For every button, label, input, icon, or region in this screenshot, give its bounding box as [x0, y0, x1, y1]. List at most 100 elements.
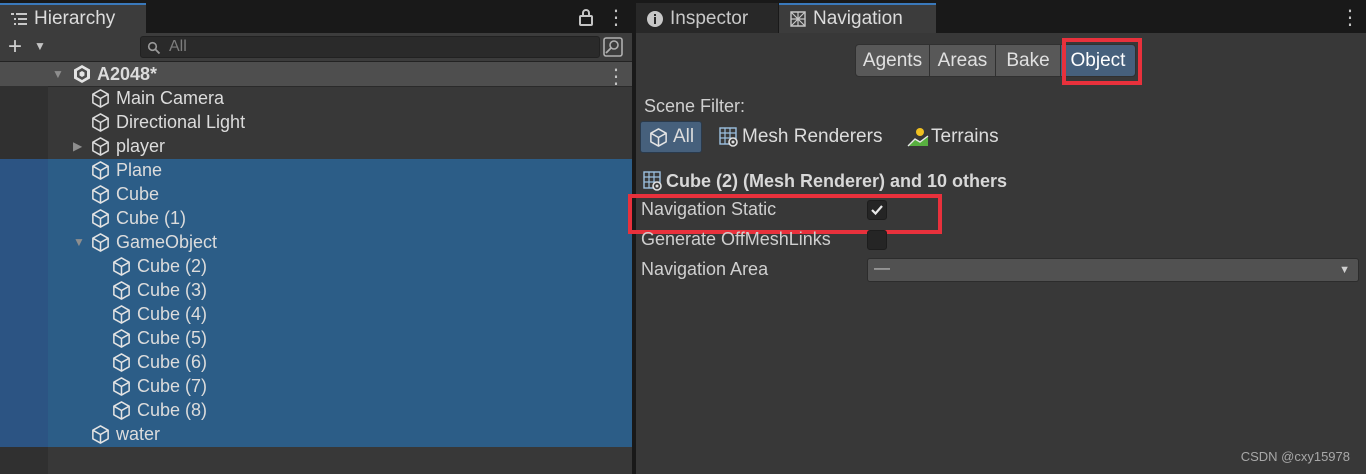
cube-icon: [113, 328, 130, 348]
list-item-label: Cube (5): [137, 327, 208, 348]
kebab-menu-icon[interactable]: ⋮: [606, 5, 626, 30]
foldout-arrow-right-icon[interactable]: ▶: [73, 139, 82, 153]
segment-bake[interactable]: Bake: [995, 44, 1061, 77]
segment-agents[interactable]: Agents: [855, 44, 930, 77]
tab-navigation-label: Navigation: [813, 8, 903, 29]
list-item-label: Cube: [116, 183, 160, 204]
hierarchy-panel: Hierarchy ⋮ + ▼ All ▼ A2048* ⋮ Main Came…: [0, 0, 632, 474]
navigation-area-value: —: [874, 260, 890, 277]
list-item-label: Cube (6): [137, 351, 208, 372]
info-icon: [647, 11, 663, 27]
navigation-icon: [790, 11, 806, 27]
cube-icon: [92, 184, 109, 204]
cube-icon: [113, 400, 130, 420]
list-item-cube-6[interactable]: Cube (6): [111, 350, 207, 374]
list-item-label: GameObject: [116, 231, 218, 252]
list-item-label: player: [116, 135, 166, 156]
selection-header: Cube (2) (Mesh Renderer) and 10 others: [666, 171, 1008, 191]
highlight-box-object: [1062, 38, 1142, 85]
terrain-icon: [907, 128, 929, 147]
cube-icon: [92, 160, 109, 180]
cube-icon: [650, 127, 667, 147]
list-item-cube-8[interactable]: Cube (8): [111, 398, 207, 422]
list-icon: [11, 13, 27, 25]
navigation-panel: Inspector Navigation ⋮ Agents Areas Bake…: [628, 0, 1366, 474]
list-item-main-camera[interactable]: Main Camera: [90, 86, 224, 110]
lock-icon[interactable]: [578, 8, 594, 26]
cube-icon: [92, 424, 109, 444]
segment-label: Areas: [937, 49, 988, 71]
list-item-cube-2[interactable]: Cube (2): [111, 254, 207, 278]
list-item-label: Cube (2): [137, 255, 208, 276]
scene-filter-label: Scene Filter:: [644, 96, 746, 116]
add-icon[interactable]: +: [8, 33, 22, 61]
tab-hierarchy[interactable]: Hierarchy: [0, 3, 146, 33]
cube-icon: [113, 256, 130, 276]
cube-icon: [113, 352, 130, 372]
list-item-cube-7[interactable]: Cube (7): [111, 374, 207, 398]
list-item-cube-3[interactable]: Cube (3): [111, 278, 207, 302]
foldout-arrow-down-icon[interactable]: ▼: [52, 67, 64, 81]
tab-inspector-label: Inspector: [670, 8, 749, 29]
list-item-gameobject[interactable]: GameObject: [90, 230, 217, 254]
filter-terrains-label: Terrains: [931, 126, 999, 147]
list-item-cube-4[interactable]: Cube (4): [111, 302, 207, 326]
offmesh-links-label: Generate OffMeshLinks: [641, 229, 831, 249]
list-item-label: Cube (7): [137, 375, 208, 396]
list-item-label: Cube (4): [137, 303, 208, 324]
navigation-area-label: Navigation Area: [641, 259, 769, 279]
navigation-area-dropdown[interactable]: — ▼: [867, 258, 1359, 282]
cube-icon: [113, 280, 130, 300]
filter-mesh-label: Mesh Renderers: [742, 126, 883, 147]
list-item-player[interactable]: player: [90, 134, 165, 158]
mesh-renderer-icon: [643, 171, 662, 191]
cube-icon: [113, 304, 130, 324]
offmesh-links-checkbox[interactable]: [867, 230, 887, 250]
list-item-label: Cube (8): [137, 399, 208, 420]
dropdown-arrow-icon: ▼: [1339, 264, 1350, 276]
cube-icon: [92, 88, 109, 108]
list-item-plane[interactable]: Plane: [90, 158, 162, 182]
scene-name: A2048*: [97, 63, 158, 84]
search-input[interactable]: All: [140, 36, 600, 58]
scene-kebab-icon[interactable]: ⋮: [606, 64, 626, 89]
list-item-cube-1[interactable]: Cube (1): [90, 206, 186, 230]
chevron-down-icon[interactable]: ▼: [34, 39, 46, 53]
tab-inspector[interactable]: Inspector: [636, 3, 778, 33]
foldout-arrow-down-icon[interactable]: ▼: [73, 235, 85, 249]
cube-icon: [92, 112, 109, 132]
cube-icon: [92, 208, 109, 228]
segment-label: Agents: [862, 49, 923, 71]
segment-areas[interactable]: Areas: [929, 44, 996, 77]
list-item-label: Cube (1): [116, 207, 187, 228]
watermark: CSDN @cxy15978: [1240, 449, 1350, 464]
unity-scene-icon: [74, 65, 90, 83]
kebab-menu-icon[interactable]: ⋮: [1340, 5, 1360, 30]
list-item-water[interactable]: water: [90, 422, 160, 446]
list-item-cube-5[interactable]: Cube (5): [111, 326, 207, 350]
cube-icon: [113, 376, 130, 396]
cube-icon: [92, 232, 109, 252]
list-item-label: Cube (3): [137, 279, 208, 300]
cube-icon: [92, 136, 109, 156]
list-item-label: Directional Light: [116, 111, 246, 132]
segment-label: Bake: [1006, 49, 1050, 71]
filter-terrains[interactable]: Terrains: [907, 126, 999, 148]
scene-row[interactable]: [0, 62, 632, 87]
mesh-renderer-icon: [719, 127, 738, 147]
search-placeholder: All: [169, 38, 187, 55]
list-item-label: water: [116, 423, 161, 444]
list-item-directional-light[interactable]: Directional Light: [90, 110, 245, 134]
list-item-cube[interactable]: Cube: [90, 182, 159, 206]
tab-hierarchy-label: Hierarchy: [34, 8, 116, 29]
left-gutter-selected: [0, 159, 48, 447]
filter-mesh-renderers[interactable]: Mesh Renderers: [718, 126, 882, 148]
search-icon: [147, 41, 161, 55]
list-item-label: Plane: [116, 159, 163, 180]
highlight-box-navigation-static: [628, 194, 942, 234]
list-item-label: Main Camera: [116, 87, 225, 108]
tab-navigation[interactable]: Navigation: [779, 3, 936, 33]
scene-search-icon[interactable]: [602, 36, 624, 58]
filter-all-content: All: [648, 126, 694, 148]
filter-all-label: All: [673, 126, 695, 147]
